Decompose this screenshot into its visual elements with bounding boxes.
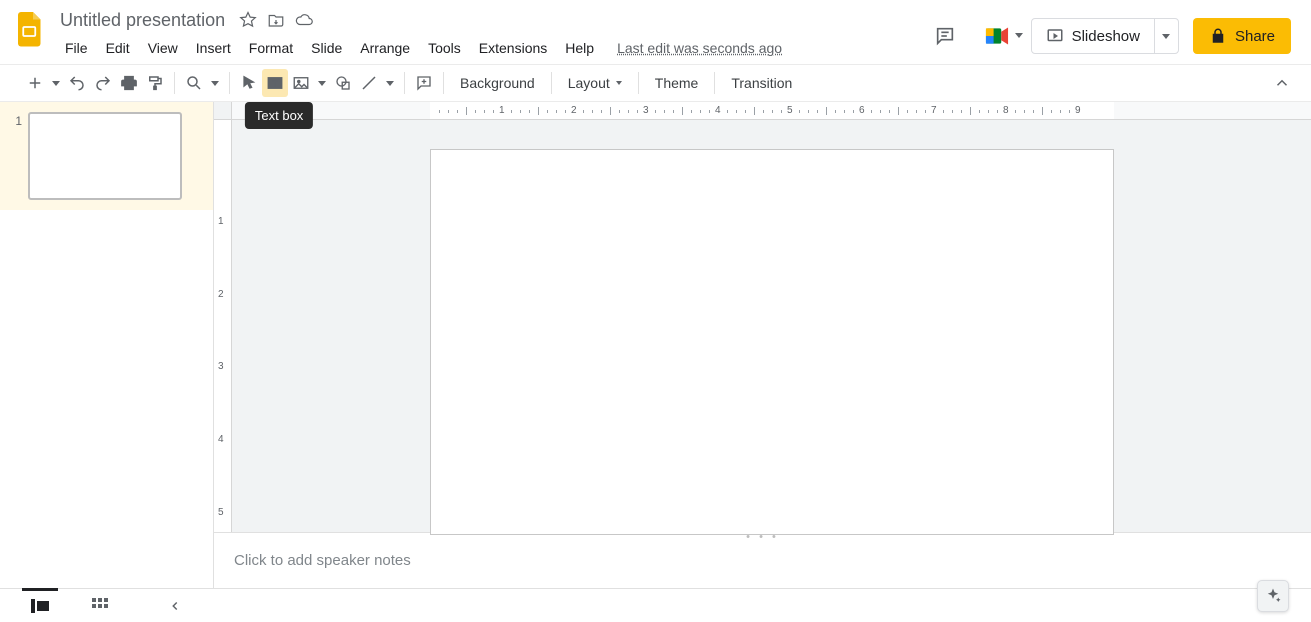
line-dropdown[interactable] <box>382 69 398 97</box>
menu-file[interactable]: File <box>56 36 97 60</box>
slide-canvas[interactable] <box>430 149 1114 535</box>
zoom-dropdown[interactable] <box>207 69 223 97</box>
slideshow-dropdown[interactable] <box>1154 19 1178 53</box>
header-right: Slideshow Share <box>927 6 1301 56</box>
slideshow-button[interactable]: Slideshow <box>1032 19 1154 53</box>
toolbar: Text box Background Layout Theme Transit… <box>0 64 1311 102</box>
share-button[interactable]: Share <box>1193 18 1291 54</box>
slideshow-group: Slideshow <box>1031 18 1179 54</box>
slideshow-label: Slideshow <box>1072 28 1140 45</box>
zoom-button[interactable] <box>181 69 207 97</box>
menu-help[interactable]: Help <box>556 36 603 60</box>
select-tool[interactable] <box>236 69 262 97</box>
slide-thumb-1[interactable]: 1 <box>0 102 213 210</box>
image-dropdown[interactable] <box>314 69 330 97</box>
paint-format-button[interactable] <box>142 69 168 97</box>
slide-number: 1 <box>8 112 22 200</box>
star-icon[interactable] <box>239 11 257 29</box>
layout-label: Layout <box>568 75 610 91</box>
ruler-vertical[interactable]: 12345 <box>214 120 232 532</box>
slides-logo[interactable] <box>10 10 50 50</box>
filmstrip[interactable]: 1 <box>0 102 214 588</box>
redo-button[interactable] <box>90 69 116 97</box>
share-label: Share <box>1235 28 1275 45</box>
menu-slide[interactable]: Slide <box>302 36 351 60</box>
line-tool[interactable] <box>356 69 382 97</box>
body: 1 123456789 12345 • • • Click to add spe… <box>0 102 1311 588</box>
collapse-toolbar-icon[interactable] <box>1269 69 1295 97</box>
cloud-status-icon[interactable] <box>295 11 313 29</box>
header: Untitled presentation File Edit View Ins… <box>0 0 1311 64</box>
comments-icon[interactable] <box>927 18 963 54</box>
document-title[interactable]: Untitled presentation <box>56 8 229 33</box>
slide-preview <box>28 112 182 200</box>
menu-view[interactable]: View <box>139 36 187 60</box>
speaker-notes[interactable]: Click to add speaker notes <box>214 540 1311 588</box>
tooltip-textbox: Text box <box>245 102 313 129</box>
last-edit-link[interactable]: Last edit was seconds ago <box>617 36 782 60</box>
collapse-filmstrip-icon[interactable] <box>160 591 190 621</box>
menu-format[interactable]: Format <box>240 36 302 60</box>
add-comment-button[interactable] <box>411 69 437 97</box>
explore-button[interactable] <box>1257 580 1289 612</box>
shape-tool[interactable] <box>330 69 356 97</box>
canvas-area: 123456789 12345 • • • Click to add speak… <box>214 102 1311 588</box>
print-button[interactable] <box>116 69 142 97</box>
filmstrip-view-tab[interactable] <box>10 589 70 622</box>
menu-edit[interactable]: Edit <box>97 36 139 60</box>
new-slide-dropdown[interactable] <box>48 69 64 97</box>
layout-button[interactable]: Layout <box>558 69 632 97</box>
footer <box>0 588 1311 622</box>
menu-arrange[interactable]: Arrange <box>351 36 419 60</box>
meet-button[interactable] <box>977 16 1017 56</box>
menubar: File Edit View Insert Format Slide Arran… <box>56 36 782 60</box>
grid-view-tab[interactable] <box>70 589 130 622</box>
theme-button[interactable]: Theme <box>645 69 709 97</box>
menu-tools[interactable]: Tools <box>419 36 470 60</box>
ruler-horizontal[interactable]: 123456789 <box>214 102 1311 120</box>
slide-stage[interactable] <box>232 120 1311 532</box>
menu-extensions[interactable]: Extensions <box>470 36 556 60</box>
transition-button[interactable]: Transition <box>721 69 802 97</box>
textbox-tool[interactable]: Text box <box>262 69 288 97</box>
new-slide-button[interactable] <box>22 69 48 97</box>
background-button[interactable]: Background <box>450 69 545 97</box>
move-icon[interactable] <box>267 11 285 29</box>
titlebar: Untitled presentation File Edit View Ins… <box>56 6 782 60</box>
undo-button[interactable] <box>64 69 90 97</box>
image-tool[interactable] <box>288 69 314 97</box>
menu-insert[interactable]: Insert <box>187 36 240 60</box>
